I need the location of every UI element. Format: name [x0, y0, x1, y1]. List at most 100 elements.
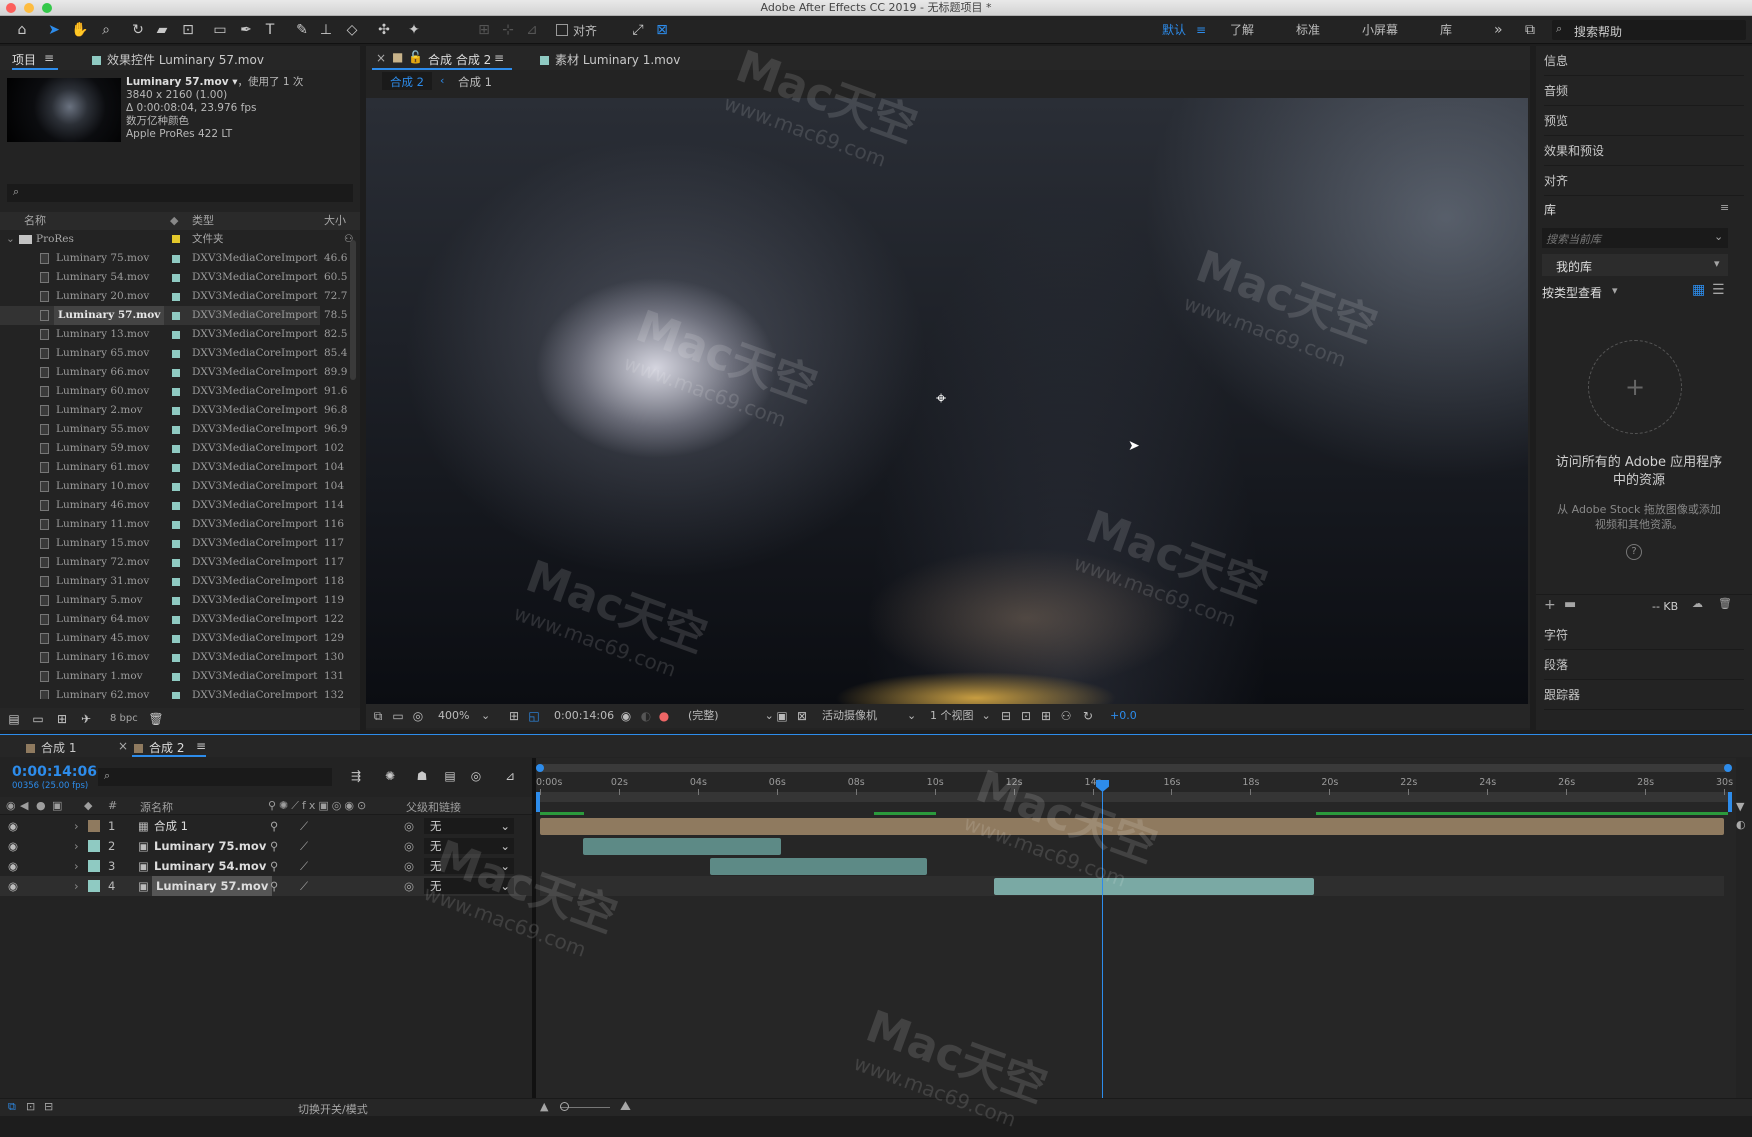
views-select[interactable]: 1 个视图 ⌄ — [930, 705, 991, 727]
viewer-timecode[interactable]: 0:00:14:06 — [554, 705, 614, 727]
expand-transfer-controls-icon[interactable]: ⊡ — [26, 1100, 35, 1113]
layer-name[interactable]: Luminary 75.mov — [154, 836, 266, 856]
timeline-graph-area[interactable] — [536, 758, 1736, 1102]
timeline-icon[interactable]: ⊡ — [1016, 705, 1036, 727]
layer-row[interactable]: ◉ › 2 ▣ Luminary 75.mov ⚲ ⟋ ◎ 无 ⌄ — [0, 836, 532, 856]
project-file-row[interactable]: Luminary 46.mov DXV3MediaCoreImport 114 — [0, 496, 344, 515]
project-file-row[interactable]: Luminary 11.mov DXV3MediaCoreImport 116 — [0, 515, 344, 534]
eye-icon[interactable]: ◉ — [8, 876, 18, 896]
selection-tool-icon[interactable]: ➤ — [44, 20, 64, 40]
project-file-row[interactable]: Luminary 57.mov DXV3MediaCoreImport 78.5 — [0, 306, 347, 325]
project-file-row[interactable]: Luminary 55.mov DXV3MediaCoreImport 96.9 — [0, 420, 347, 439]
help-icon[interactable]: ? — [1626, 544, 1642, 560]
project-file-row[interactable]: Luminary 15.mov DXV3MediaCoreImport 117 — [0, 534, 344, 553]
help-search-box[interactable]: ⌕ 搜索帮助 — [1552, 20, 1746, 40]
graph-editor-icon[interactable]: ⊿ — [500, 766, 520, 786]
layer-duration-bar[interactable] — [583, 838, 781, 855]
folder-expand-icon[interactable]: ⌄ — [6, 230, 15, 248]
file-label-swatch[interactable] — [172, 445, 180, 453]
tab-comp2[interactable]: 合成 2 — [134, 739, 184, 756]
anchor-point-icon[interactable]: ⌖ — [936, 388, 946, 409]
library-title[interactable]: 库 — [1544, 201, 1556, 218]
rectangle-tool-icon[interactable]: ▭ — [210, 20, 230, 40]
layer-duration-bar[interactable] — [540, 818, 1724, 835]
parent-select[interactable]: 无 ⌄ — [424, 878, 514, 894]
motion-blur-icon[interactable]: ◎ — [466, 766, 486, 786]
workspace-more-icon[interactable]: » — [1494, 16, 1503, 44]
pen-tool-icon[interactable]: ✒ — [236, 20, 256, 40]
render-queue-icon[interactable]: ✈ — [76, 709, 96, 729]
monitor-icon[interactable]: ▭ — [388, 705, 408, 727]
right-panel-item[interactable]: 预览 — [1544, 106, 1744, 136]
file-label-swatch[interactable] — [172, 559, 180, 567]
project-file-row[interactable]: Luminary 62.mov DXV3MediaCoreImport 132 — [0, 686, 344, 699]
file-label-swatch[interactable] — [172, 331, 180, 339]
tab-project[interactable]: 项目 — [12, 51, 36, 68]
trash-icon[interactable]: 🗑 — [1718, 597, 1732, 610]
show-snapshot-icon[interactable]: ◐ — [636, 705, 656, 727]
folder-row[interactable]: ⌄ ProRes 文件夹 ⚇ — [0, 230, 360, 248]
column-name[interactable]: 名称 — [24, 212, 46, 230]
right-panel-item[interactable]: 效果和预设 — [1544, 136, 1744, 166]
shy-switch-icon[interactable]: ⚲ — [270, 836, 278, 856]
tab-comp1[interactable]: 合成 1 — [26, 739, 76, 756]
file-label-swatch[interactable] — [172, 350, 180, 358]
project-file-row[interactable]: Luminary 54.mov DXV3MediaCoreImport 60.5 — [0, 268, 347, 287]
file-label-swatch[interactable] — [172, 426, 180, 434]
workspace-standard[interactable]: 标准 — [1296, 16, 1320, 44]
library-search-input[interactable]: 搜索当前库 ⌄ — [1542, 228, 1728, 248]
project-file-row[interactable]: Luminary 31.mov DXV3MediaCoreImport 118 — [0, 572, 344, 591]
work-area-bar[interactable] — [536, 792, 1732, 802]
zoom-in-icon[interactable]: ⛰ — [620, 1099, 631, 1114]
file-label-swatch[interactable] — [172, 312, 180, 320]
project-file-row[interactable]: Luminary 1.mov DXV3MediaCoreImport 131 — [0, 667, 344, 686]
quality-switch-icon[interactable]: ⟋ — [300, 876, 308, 896]
list-view-icon[interactable]: ☰ — [1712, 282, 1725, 298]
eye-icon[interactable]: ◉ — [8, 816, 18, 836]
close-tab-icon[interactable]: × — [376, 51, 386, 65]
comp-marker-icon[interactable]: ◐ — [1736, 818, 1746, 831]
work-area-start-handle[interactable] — [536, 792, 540, 812]
file-label-swatch[interactable] — [172, 483, 180, 491]
video-switch-icon[interactable]: ◉ — [6, 799, 16, 812]
project-file-row[interactable]: Luminary 75.mov DXV3MediaCoreImport 46.6 — [0, 249, 347, 268]
eye-icon[interactable]: ◉ — [8, 836, 18, 856]
parent-select[interactable]: 无 ⌄ — [424, 858, 514, 874]
clone-stamp-tool-icon[interactable]: ⊥ — [316, 20, 336, 40]
interpret-footage-icon[interactable]: ▤ — [4, 709, 24, 729]
tab-composition[interactable]: 合成 合成 2 — [428, 51, 491, 68]
parent-select[interactable]: 无 ⌄ — [424, 838, 514, 854]
bpc-label[interactable]: 8 bpc — [110, 713, 138, 724]
toggle-mask-icon[interactable]: ⊠ — [792, 705, 812, 727]
audio-switch-icon[interactable]: ◀ — [20, 799, 28, 812]
file-label-swatch[interactable] — [172, 293, 180, 301]
shy-layers-icon[interactable]: ☗ — [412, 766, 432, 786]
layer-duration-bar[interactable] — [993, 878, 1314, 895]
lock-icon[interactable]: 🔓 — [408, 50, 423, 64]
chevron-right-icon[interactable]: › — [74, 816, 79, 836]
eye-icon[interactable]: ◉ — [8, 856, 18, 876]
view-by-type-select[interactable]: 按类型查看 — [1542, 284, 1602, 301]
workspace-small-screen[interactable]: 小屏幕 — [1362, 16, 1398, 44]
file-label-swatch[interactable] — [172, 692, 180, 699]
pick-whip-icon[interactable]: ◎ — [404, 856, 414, 876]
draft-3d-icon[interactable]: ✺ — [380, 766, 400, 786]
close-tab-icon[interactable]: × — [118, 739, 128, 753]
close-window-button[interactable] — [6, 3, 16, 13]
flowchart-icon[interactable]: ⚇ — [1056, 705, 1076, 727]
file-label-swatch[interactable] — [172, 616, 180, 624]
chevron-down-icon[interactable]: ▾ — [1612, 284, 1618, 297]
brush-tool-icon[interactable]: ✎ — [292, 20, 312, 40]
puppet-tool-icon[interactable]: ✦ — [404, 20, 424, 40]
zoom-slider-handle[interactable] — [560, 1102, 569, 1111]
workspace-menu-icon[interactable]: ≡ — [1196, 16, 1206, 44]
project-file-row[interactable]: Luminary 64.mov DXV3MediaCoreImport 122 — [0, 610, 344, 629]
shy-switch-icon[interactable]: ⚲ — [270, 856, 278, 876]
rotate-tool-icon[interactable]: ↻ — [128, 20, 148, 40]
file-label-swatch[interactable] — [172, 388, 180, 396]
zoom-out-icon[interactable]: ▲ — [540, 1100, 548, 1113]
solo-switch-icon[interactable]: ● — [36, 799, 46, 812]
layer-name[interactable]: 合成 1 — [154, 816, 188, 836]
project-file-row[interactable]: Luminary 61.mov DXV3MediaCoreImport 104 — [0, 458, 344, 477]
label-tag-icon[interactable]: ◆ — [170, 212, 178, 230]
